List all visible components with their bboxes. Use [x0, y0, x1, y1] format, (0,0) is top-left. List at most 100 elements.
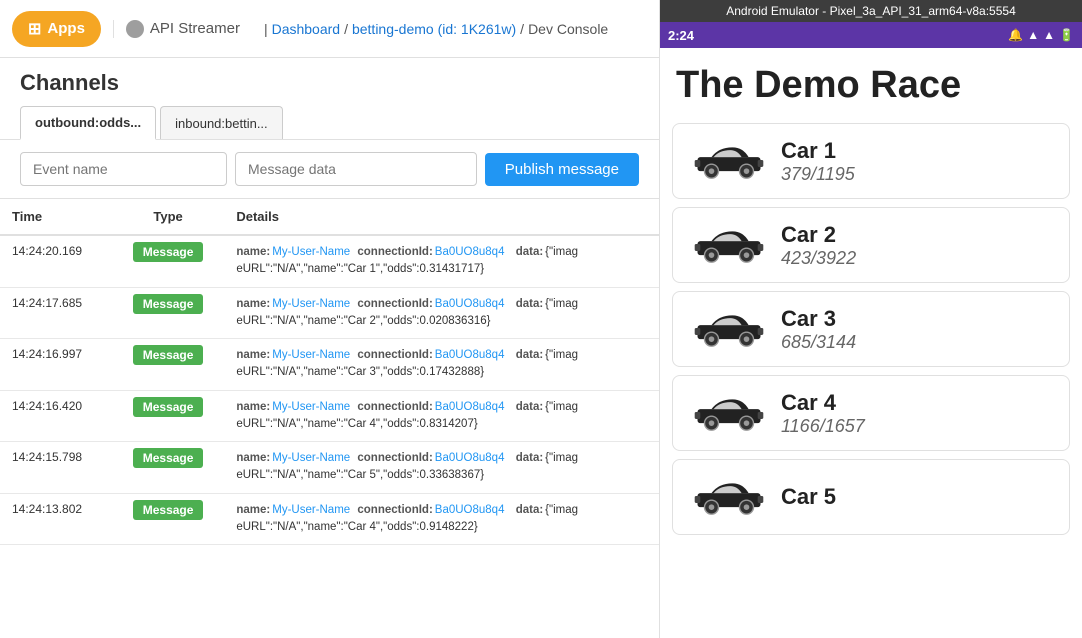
car-info-5: Car 5: [781, 484, 1053, 510]
car-odds-1: 379/1195: [781, 164, 1053, 185]
name-key: name:: [236, 347, 270, 364]
table-row: 14:24:15.798 Message name: My-User-Name …: [0, 442, 659, 494]
name-key: name:: [236, 296, 270, 313]
name-val: My-User-Name: [272, 399, 350, 416]
status-icons: 🔔 ▲ ▲ 🔋: [1008, 28, 1074, 42]
name-key: name:: [236, 399, 270, 416]
data-key: data:: [516, 244, 543, 261]
conn-key: connectionId:: [357, 502, 432, 519]
type-badge: Message: [133, 345, 204, 365]
data-key: data:: [516, 399, 543, 416]
message-data-input[interactable]: [235, 152, 477, 186]
data-val: {"imag: [545, 244, 578, 261]
car-item-1: Car 1 379/1195: [672, 123, 1070, 199]
cell-details: name: My-User-Name connectionId: Ba0UO8u…: [224, 493, 659, 545]
message-table: Time Type Details 14:24:20.169 Message n…: [0, 199, 659, 545]
apps-button[interactable]: ⊞ Apps: [12, 11, 101, 47]
tab-inbound-label: inbound:bettin...: [175, 116, 268, 131]
emulator-time: 2:24: [668, 28, 694, 43]
breadcrumb-slash2: /: [520, 21, 524, 37]
data-val: {"imag: [545, 502, 578, 519]
conn-key: connectionId:: [357, 450, 432, 467]
conn-val: Ba0UO8u8q4: [435, 502, 505, 519]
type-badge: Message: [133, 294, 204, 314]
car-icon-3: [689, 304, 769, 354]
car-item-5: Car 5: [672, 459, 1070, 535]
car-item-2: Car 2 423/3922: [672, 207, 1070, 283]
left-panel: ⊞ Apps API Streamer | Dashboard / bettin…: [0, 0, 660, 638]
car-info-1: Car 1 379/1195: [781, 138, 1053, 185]
car-info-2: Car 2 423/3922: [781, 222, 1053, 269]
data-val: {"imag: [545, 450, 578, 467]
cell-details: name: My-User-Name connectionId: Ba0UO8u…: [224, 442, 659, 494]
emulator-body: The Demo Race Car 1: [660, 48, 1082, 638]
api-streamer-label: API Streamer: [150, 20, 240, 37]
table-row: 14:24:20.169 Message name: My-User-Name …: [0, 235, 659, 287]
detail-extra: eURL":"N/A","name":"Car 4","odds":0.8314…: [236, 416, 477, 433]
col-type: Type: [112, 199, 225, 235]
detail-row2: eURL":"N/A","name":"Car 5","odds":0.3363…: [236, 467, 647, 484]
table-row: 14:24:16.420 Message name: My-User-Name …: [0, 390, 659, 442]
emulator-status-bar: 2:24 🔔 ▲ ▲ 🔋: [660, 22, 1082, 48]
cell-time: 14:24:15.798: [0, 442, 112, 494]
bell-icon: 🔔: [1008, 28, 1023, 42]
detail-extra: eURL":"N/A","name":"Car 3","odds":0.1743…: [236, 364, 484, 381]
name-val: My-User-Name: [272, 244, 350, 261]
name-val: My-User-Name: [272, 347, 350, 364]
car-icon-4: [689, 388, 769, 438]
data-val: {"imag: [545, 399, 578, 416]
cell-details: name: My-User-Name connectionId: Ba0UO8u…: [224, 287, 659, 339]
event-name-input[interactable]: [20, 152, 227, 186]
detail-row2: eURL":"N/A","name":"Car 1","odds":0.3143…: [236, 261, 647, 278]
conn-key: connectionId:: [357, 399, 432, 416]
message-bar: Publish message: [0, 140, 659, 199]
breadcrumb-dev-console: Dev Console: [528, 21, 608, 37]
car-name-2: Car 2: [781, 222, 1053, 248]
detail-row2: eURL":"N/A","name":"Car 4","odds":0.9148…: [236, 519, 647, 536]
message-table-container: Time Type Details 14:24:20.169 Message n…: [0, 199, 659, 638]
channels-title: Channels: [20, 70, 119, 95]
battery-icon: 🔋: [1059, 28, 1074, 42]
table-row: 14:24:13.802 Message name: My-User-Name …: [0, 493, 659, 545]
car-odds-3: 685/3144: [781, 332, 1053, 353]
car-icon-5: [689, 472, 769, 522]
detail-extra: eURL":"N/A","name":"Car 1","odds":0.3143…: [236, 261, 484, 278]
breadcrumb-dashboard[interactable]: Dashboard: [272, 21, 341, 37]
data-key: data:: [516, 450, 543, 467]
cell-time: 14:24:17.685: [0, 287, 112, 339]
car-info-4: Car 4 1166/1657: [781, 390, 1053, 437]
car-item-3: Car 3 685/3144: [672, 291, 1070, 367]
type-badge: Message: [133, 242, 204, 262]
channel-tabs: outbound:odds... inbound:bettin...: [0, 96, 659, 140]
emulator-title: Android Emulator - Pixel_3a_API_31_arm64…: [726, 4, 1016, 18]
race-title: The Demo Race: [660, 48, 1082, 115]
top-nav: ⊞ Apps API Streamer | Dashboard / bettin…: [0, 0, 659, 58]
cell-details: name: My-User-Name connectionId: Ba0UO8u…: [224, 390, 659, 442]
car-svg-2: [694, 225, 764, 265]
api-streamer-icon: [126, 20, 144, 38]
conn-key: connectionId:: [357, 244, 432, 261]
car-svg-1: [694, 141, 764, 181]
car-icon-2: [689, 220, 769, 270]
publish-button[interactable]: Publish message: [485, 153, 639, 186]
car-odds-4: 1166/1657: [781, 416, 1053, 437]
detail-extra: eURL":"N/A","name":"Car 5","odds":0.3363…: [236, 467, 484, 484]
car-svg-3: [694, 309, 764, 349]
tab-inbound[interactable]: inbound:bettin...: [160, 106, 283, 139]
cell-type: Message: [112, 287, 225, 339]
car-name-4: Car 4: [781, 390, 1053, 416]
conn-val: Ba0UO8u8q4: [435, 450, 505, 467]
tab-outbound[interactable]: outbound:odds...: [20, 106, 156, 140]
detail-row2: eURL":"N/A","name":"Car 2","odds":0.0208…: [236, 313, 647, 330]
col-time: Time: [0, 199, 112, 235]
cell-details: name: My-User-Name connectionId: Ba0UO8u…: [224, 235, 659, 287]
cell-time: 14:24:20.169: [0, 235, 112, 287]
car-info-3: Car 3 685/3144: [781, 306, 1053, 353]
type-badge: Message: [133, 500, 204, 520]
cell-details: name: My-User-Name connectionId: Ba0UO8u…: [224, 339, 659, 391]
car-item-4: Car 4 1166/1657: [672, 375, 1070, 451]
car-name-3: Car 3: [781, 306, 1053, 332]
publish-label: Publish message: [505, 161, 619, 178]
breadcrumb-betting-demo[interactable]: betting-demo (id: 1K261w): [352, 21, 516, 37]
car-name-5: Car 5: [781, 484, 1053, 510]
